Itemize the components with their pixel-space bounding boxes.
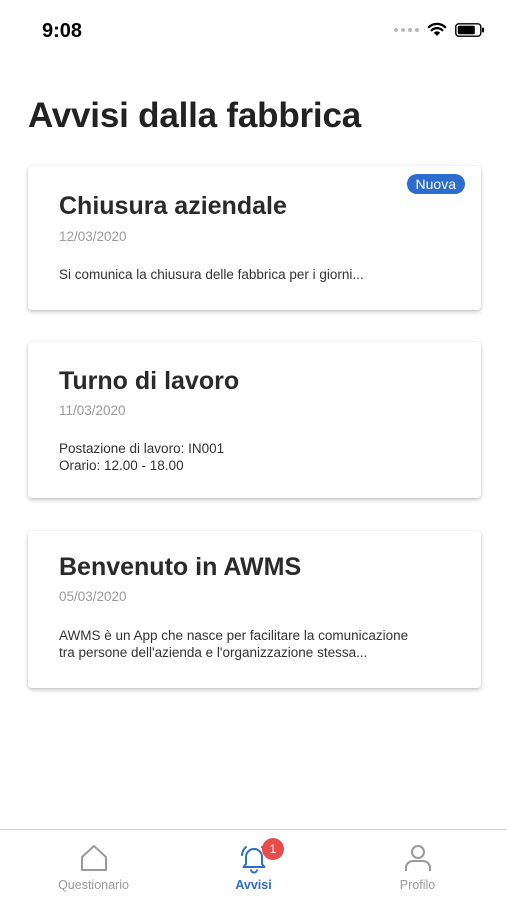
page-title: Avvisi dalla fabbrica [28, 96, 361, 135]
notice-card[interactable]: Nuova Chiusura aziendale 12/03/2020 Si c… [28, 166, 481, 310]
notice-card[interactable]: Turno di lavoro 11/03/2020 Postazione di… [28, 342, 481, 498]
person-icon [404, 845, 431, 871]
notice-date: 12/03/2020 [59, 229, 127, 244]
notice-body: Postazione di lavoro: IN001 Orario: 12.0… [59, 441, 225, 473]
signal-dots-icon [394, 27, 419, 32]
wifi-icon [427, 22, 447, 36]
notice-title: Chiusura aziendale [59, 192, 287, 220]
notice-date: 05/03/2020 [59, 589, 127, 604]
status-time: 9:08 [42, 20, 83, 42]
tab-questionario[interactable]: Questionario [9, 830, 178, 900]
notice-body: Si comunica la chiusura delle fabbrica p… [59, 267, 364, 282]
notification-count-badge: 1 [262, 838, 284, 860]
tab-label: Questionario [58, 878, 129, 892]
new-badge: Nuova [406, 174, 465, 194]
notice-body: AWMS è un App che nasce per facilitare l… [59, 628, 409, 660]
status-bar: 9:08 [0, 0, 507, 62]
tab-label: Profilo [399, 878, 436, 892]
tab-avvisi[interactable]: 1 Avvisi [169, 830, 338, 900]
notice-title: Benvenuto in AWMS [59, 553, 302, 581]
notice-card[interactable]: Benvenuto in AWMS 05/03/2020 AWMS è un A… [28, 531, 481, 688]
notice-date: 11/03/2020 [59, 403, 126, 418]
tab-label: Avvisi [235, 878, 272, 892]
home-icon [80, 845, 107, 871]
status-icons [394, 22, 485, 37]
tab-profilo[interactable]: Profilo [333, 830, 502, 900]
tab-bar: Questionario 1 Avvisi Profilo [0, 829, 507, 900]
notice-title: Turno di lavoro [59, 367, 240, 395]
battery-icon [455, 22, 484, 37]
